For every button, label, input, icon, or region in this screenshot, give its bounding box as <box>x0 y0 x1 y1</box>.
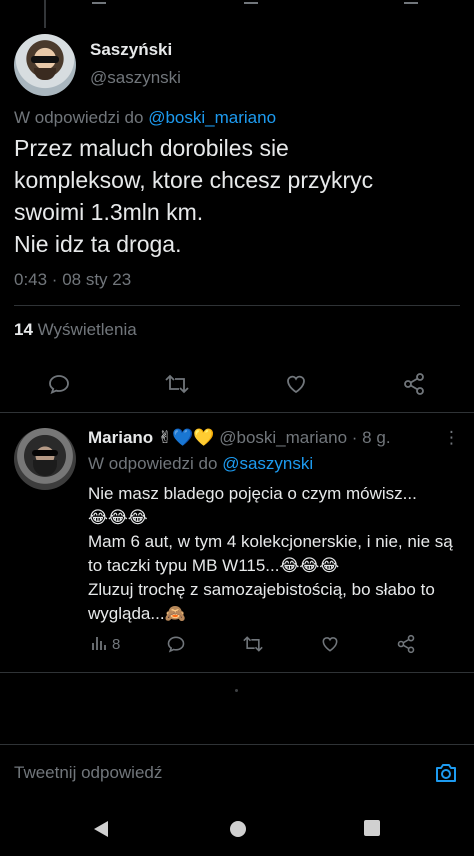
thread-line <box>44 0 46 28</box>
retweet-icon[interactable] <box>242 634 264 656</box>
reply-to-link[interactable]: @saszynski <box>222 454 313 473</box>
loading-indicator <box>235 689 238 692</box>
tweet-age[interactable]: · 8 g. <box>352 428 391 447</box>
views-label: Wyświetlenia <box>37 320 137 339</box>
like-icon[interactable] <box>244 0 258 4</box>
reply-header: Mariano ✌💙💛 @boski_mariano · 8 g. <box>88 428 391 448</box>
author-name[interactable]: Mariano <box>88 428 153 447</box>
share-icon[interactable] <box>404 0 418 4</box>
tweet-separator <box>0 672 474 673</box>
retweet-icon[interactable] <box>164 372 190 398</box>
tweet-actions <box>0 372 474 402</box>
tweet-timestamp[interactable]: 0:43 · 08 sty 23 <box>14 270 131 290</box>
avatar-glasses <box>31 56 59 63</box>
reply-icon[interactable] <box>166 634 188 656</box>
views-icon <box>92 637 106 650</box>
recents-icon[interactable] <box>364 820 380 836</box>
reply-prefix: W odpowiedzi do <box>14 108 144 127</box>
tweet-text: Nie masz bladego pojęcia o czym mówisz..… <box>88 484 453 623</box>
reply-input[interactable]: Tweetnij odpowiedź <box>14 763 162 783</box>
views-count: 8 <box>112 636 121 653</box>
previous-tweet-stub <box>0 0 474 28</box>
avatar[interactable] <box>14 428 76 490</box>
avatar[interactable] <box>14 34 76 96</box>
views-stat[interactable]: 8 <box>90 634 130 656</box>
reply-context: W odpowiedzi do @boski_mariano <box>14 108 276 128</box>
avatar-beard <box>33 460 57 476</box>
like-icon[interactable] <box>284 372 310 398</box>
author-name[interactable]: Saszyński <box>90 40 172 60</box>
home-icon[interactable] <box>229 820 247 838</box>
avatar-beard <box>34 68 56 80</box>
views-count: 14 <box>14 320 33 339</box>
author-emojis: ✌💙💛 <box>157 428 215 447</box>
reply-composer[interactable]: Tweetnij odpowiedź <box>0 744 474 802</box>
author-handle[interactable]: @saszynski <box>90 68 181 88</box>
tweet-separator <box>0 412 474 413</box>
tweet-text: Przez maluch dorobiles sie kompleksow, k… <box>14 135 374 257</box>
tweet-actions: 8 <box>0 634 474 660</box>
reply-to-link[interactable]: @boski_mariano <box>148 108 276 127</box>
more-options-icon[interactable]: ⋮ <box>443 428 460 448</box>
avatar-glasses <box>32 450 58 456</box>
reply-icon[interactable] <box>47 372 73 398</box>
share-icon[interactable] <box>396 634 418 656</box>
views-icon[interactable] <box>92 0 106 4</box>
author-handle[interactable]: @boski_mariano <box>219 428 347 447</box>
camera-icon[interactable] <box>434 761 458 785</box>
views-stat[interactable]: 14 Wyświetlenia <box>14 320 137 340</box>
like-icon[interactable] <box>320 634 342 656</box>
share-icon[interactable] <box>402 372 428 398</box>
reply-prefix: W odpowiedzi do <box>88 454 218 473</box>
reply-context: W odpowiedzi do @saszynski <box>88 454 313 474</box>
divider <box>14 305 460 306</box>
back-icon[interactable] <box>92 820 110 838</box>
system-navbar <box>0 802 474 856</box>
